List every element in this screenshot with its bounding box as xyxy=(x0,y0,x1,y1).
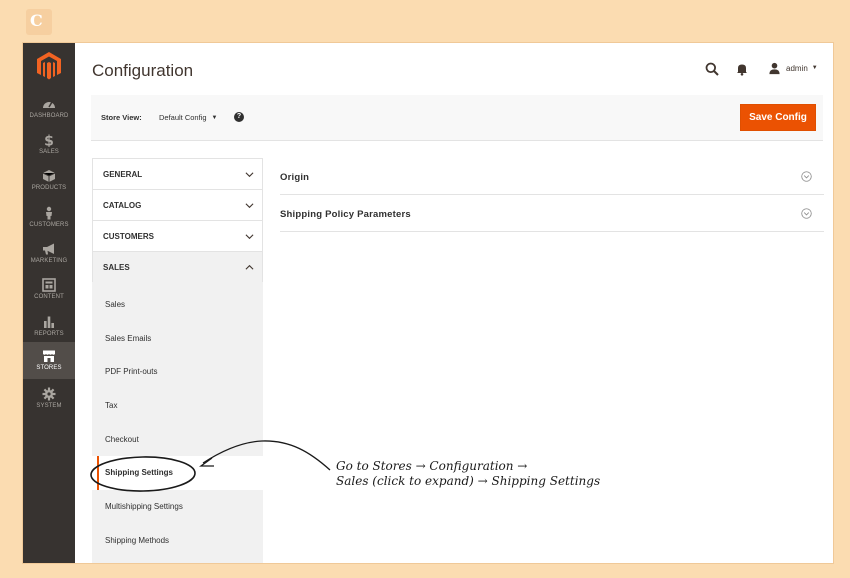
store-view-dropdown[interactable]: Default Config ▼ xyxy=(159,113,217,122)
nav-label: REPORTS xyxy=(34,331,64,337)
sales-tab-items: Sales Sales Emails PDF Print-outs Tax Ch… xyxy=(92,282,264,558)
chevron-up-icon xyxy=(245,264,254,270)
nav-item-system[interactable]: SYSTEM xyxy=(23,383,75,419)
tab-item-sales-emails[interactable]: Sales Emails xyxy=(92,322,263,356)
search-icon[interactable] xyxy=(705,62,719,76)
tab-item-sales[interactable]: Sales xyxy=(92,288,263,322)
save-config-button[interactable]: Save Config xyxy=(740,104,816,131)
tab-label: CATALOG xyxy=(103,201,142,210)
caret-down-icon: ▼ xyxy=(211,114,218,121)
megaphone-icon xyxy=(43,243,54,255)
tab-label: CUSTOMERS xyxy=(103,232,154,241)
help-icon[interactable]: ? xyxy=(234,112,244,122)
bar-chart-icon xyxy=(44,316,54,328)
section-title: Origin xyxy=(280,172,310,183)
admin-user-menu[interactable]: admin ▼ xyxy=(768,60,818,76)
section-shipping-policy-parameters[interactable]: Shipping Policy Parameters xyxy=(280,195,824,232)
chevron-down-icon xyxy=(245,172,254,178)
chevron-down-icon xyxy=(245,234,254,240)
store-view-bar: Store View: Default Config ▼ ? Save Conf… xyxy=(91,95,823,141)
dashboard-icon xyxy=(43,101,55,108)
nav-item-products[interactable]: PRODUCTS xyxy=(23,165,75,201)
nav-item-marketing[interactable]: MARKETING xyxy=(23,238,75,274)
annotation-line: Go to Stores → Configuration → xyxy=(336,459,528,473)
tab-label: GENERAL xyxy=(103,170,143,179)
user-icon xyxy=(769,62,780,74)
cube-icon xyxy=(42,170,56,182)
nav-label: DASHBOARD xyxy=(29,113,69,119)
tab-item-shipping-settings[interactable]: Shipping Settings xyxy=(92,456,264,491)
tab-label: SALES xyxy=(103,263,130,272)
expand-toggle-icon[interactable] xyxy=(801,208,812,219)
nav-label: PRODUCTS xyxy=(31,185,67,191)
nav-item-customers[interactable]: CUSTOMERS xyxy=(23,202,75,238)
store-view-label: Store View: xyxy=(101,113,142,122)
nav-label: STORES xyxy=(36,365,62,371)
expand-toggle-icon[interactable] xyxy=(801,171,812,182)
nav-item-dashboard[interactable]: DASHBOARD xyxy=(23,93,75,129)
admin-username: admin xyxy=(786,63,808,73)
tab-item-pdf-print-outs[interactable]: PDF Print-outs xyxy=(92,355,263,389)
nav-label: MARKETING xyxy=(30,258,68,264)
store-icon xyxy=(43,350,55,362)
store-view-value: Default Config xyxy=(159,113,207,122)
nav-label: CONTENT xyxy=(34,294,64,300)
tab-general[interactable]: GENERAL xyxy=(92,158,263,189)
caret-down-icon: ▼ xyxy=(811,65,818,71)
svg-text:$: $ xyxy=(44,134,54,148)
dollar-icon: $ xyxy=(44,134,54,148)
nav-label: SYSTEM xyxy=(36,403,62,409)
tab-catalog[interactable]: CATALOG xyxy=(92,189,263,220)
nav-item-stores[interactable]: STORES xyxy=(23,342,75,379)
nav-label: SALES xyxy=(39,149,59,155)
magento-logo-icon[interactable] xyxy=(35,51,63,81)
person-icon xyxy=(46,206,52,220)
nav-item-content[interactable]: CONTENT xyxy=(23,274,75,310)
content-icon xyxy=(42,278,56,292)
annotation-text: Go to Stores → Configuration → Sales (cl… xyxy=(336,459,656,489)
chevron-down-icon xyxy=(245,203,254,209)
tab-item-multishipping-settings[interactable]: Multishipping Settings xyxy=(92,490,263,524)
nav-item-sales[interactable]: $ SALES xyxy=(23,129,75,165)
tab-item-shipping-methods[interactable]: Shipping Methods xyxy=(92,524,263,558)
site-logo: C xyxy=(26,9,52,35)
tab-sales[interactable]: SALES xyxy=(92,251,263,282)
bell-icon[interactable] xyxy=(735,62,749,76)
admin-sidebar: DASHBOARD $ SALES PRODUCTS CUSTOMERS MAR… xyxy=(23,43,75,563)
section-origin[interactable]: Origin xyxy=(280,158,824,195)
tab-item-tax[interactable]: Tax xyxy=(92,389,263,423)
nav-label: CUSTOMERS xyxy=(29,222,69,228)
config-tabs: GENERAL CATALOG CUSTOMERS SALES Sales Sa… xyxy=(92,158,264,563)
tab-customers[interactable]: CUSTOMERS xyxy=(92,220,263,251)
section-title: Shipping Policy Parameters xyxy=(280,209,411,220)
tab-item-checkout[interactable]: Checkout xyxy=(92,423,263,457)
page-title: Configuration xyxy=(92,61,194,80)
annotation-line: Sales (click to expand) → Shipping Setti… xyxy=(336,474,601,488)
gear-icon xyxy=(42,387,56,401)
